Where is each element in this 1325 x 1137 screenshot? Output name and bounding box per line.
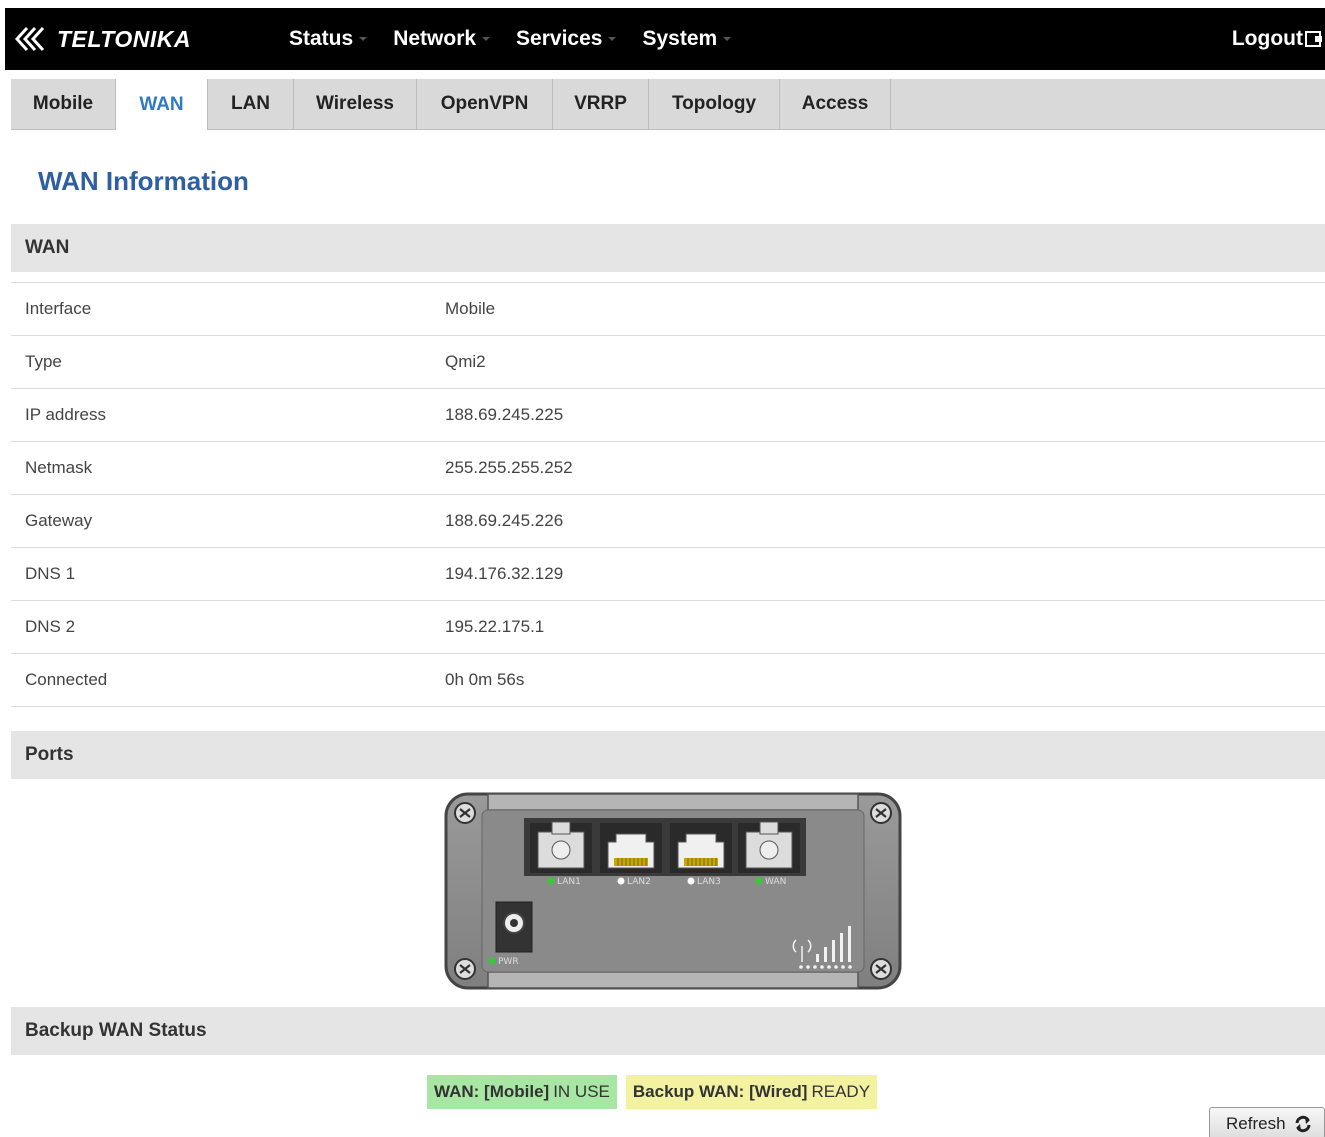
tab-mobile[interactable]: Mobile — [11, 79, 116, 129]
port-label-pwr: PWR — [498, 957, 519, 967]
nav-status-label: Status — [289, 27, 354, 50]
row-value: 188.69.245.225 — [445, 405, 564, 424]
tab-label: Wireless — [316, 93, 394, 114]
row-value: Qmi2 — [445, 352, 486, 371]
router-ports-diagram: LAN1 LAN2 LAN3 WAN PWR — [444, 792, 902, 990]
nav-network-label: Network — [393, 27, 477, 50]
nav-services-label: Services — [516, 27, 603, 50]
port-label-lan3: LAN3 — [697, 877, 721, 887]
tab-label: OpenVPN — [440, 93, 529, 114]
table-row: Connected 0h 0m 56s — [11, 654, 1325, 707]
backup-wan-prefix: Backup WAN: [Wired] — [632, 1082, 808, 1101]
row-value: 195.22.175.1 — [445, 617, 545, 636]
primary-wan-status-badge: WAN: [Mobile] IN USE — [427, 1075, 617, 1109]
status-subtabs: Mobile WAN LAN Wireless OpenVPN VRRP Top… — [11, 79, 1325, 130]
router-front-panel: LAN1 LAN2 LAN3 WAN PWR — [444, 792, 902, 990]
backup-wan-status: WAN: [Mobile] IN USE Backup WAN: [Wired]… — [427, 1075, 886, 1109]
nav-system-label: System — [642, 27, 718, 50]
section-header-wan: WAN — [11, 224, 1325, 272]
power-led — [488, 957, 496, 965]
row-value: 188.69.245.226 — [445, 511, 564, 530]
table-row: DNS 2 195.22.175.1 — [11, 601, 1325, 654]
lan3-led — [687, 877, 695, 885]
row-label: DNS 2 — [25, 617, 76, 636]
row-value: 255.255.255.252 — [445, 458, 573, 477]
refresh-button[interactable]: Refresh — [1209, 1107, 1325, 1137]
table-row: IP address 188.69.245.225 — [11, 389, 1325, 442]
teltonika-logo[interactable]: TELTONIKA — [13, 23, 191, 55]
wan-led — [755, 877, 763, 885]
port-label-wan: WAN — [765, 877, 786, 887]
caret-down-icon — [723, 37, 732, 41]
tab-topology[interactable]: Topology — [649, 79, 780, 129]
row-label: Gateway — [25, 511, 93, 530]
teltonika-logo-icon — [14, 26, 45, 52]
tab-openvpn[interactable]: OpenVPN — [417, 79, 553, 129]
nav-network[interactable]: Network — [393, 27, 491, 51]
row-label: Netmask — [25, 458, 93, 477]
lan2-led — [617, 877, 625, 885]
table-row: Gateway 188.69.245.226 — [11, 495, 1325, 548]
row-value: 0h 0m 56s — [445, 670, 525, 689]
row-label: Type — [25, 352, 62, 371]
lan1-led — [547, 877, 555, 885]
row-label: DNS 1 — [25, 564, 76, 583]
logo-text: TELTONIKA — [57, 25, 191, 52]
logout-button[interactable]: Logout — [1231, 8, 1322, 70]
tab-lan[interactable]: LAN — [208, 79, 294, 129]
refresh-label: Refresh — [1226, 1114, 1286, 1133]
tab-label: Mobile — [32, 93, 94, 114]
table-row: Type Qmi2 — [11, 336, 1325, 389]
logout-label: Logout — [1231, 27, 1303, 50]
tab-wan[interactable]: WAN — [116, 79, 208, 130]
nav-status[interactable]: Status — [289, 27, 368, 51]
nav-services[interactable]: Services — [516, 27, 617, 51]
row-value: Mobile — [445, 299, 496, 318]
section-header-ports: Ports — [11, 731, 1325, 779]
backup-wan-state: READY — [811, 1082, 871, 1101]
row-value: 194.176.32.129 — [445, 564, 564, 583]
row-label: Interface — [25, 299, 92, 318]
table-row: Netmask 255.255.255.252 — [11, 442, 1325, 495]
logout-icon — [1305, 31, 1322, 47]
row-label: IP address — [25, 405, 106, 424]
tab-label: VRRP — [574, 93, 627, 114]
nav-system[interactable]: System — [642, 27, 732, 51]
port-label-lan2: LAN2 — [627, 877, 651, 887]
row-label: Connected — [25, 670, 108, 689]
top-navbar: TELTONIKA Status Network Services System… — [5, 8, 1325, 70]
tab-access[interactable]: Access — [780, 79, 891, 129]
tab-label: Topology — [671, 93, 757, 114]
port-label-lan1: LAN1 — [557, 877, 581, 887]
section-header-backup-wan: Backup WAN Status — [11, 1007, 1325, 1055]
tab-label: LAN — [230, 93, 271, 114]
table-row: Interface Mobile — [11, 283, 1325, 336]
wan-info-table: Interface Mobile Type Qmi2 IP address 18… — [11, 282, 1325, 707]
caret-down-icon — [482, 37, 491, 41]
tab-label: Access — [801, 93, 869, 114]
tab-vrrp[interactable]: VRRP — [553, 79, 649, 129]
page-title: WAN Information — [38, 166, 249, 196]
primary-wan-prefix: WAN: [Mobile] — [434, 1082, 550, 1101]
caret-down-icon — [359, 37, 368, 41]
tab-label: WAN — [139, 93, 184, 115]
table-row: DNS 1 194.176.32.129 — [11, 548, 1325, 601]
caret-down-icon — [608, 37, 617, 41]
primary-wan-state: IN USE — [553, 1082, 610, 1101]
backup-wan-status-badge: Backup WAN: [Wired] READY — [625, 1075, 878, 1109]
main-nav: Status Network Services System — [289, 8, 757, 70]
tab-wireless[interactable]: Wireless — [294, 79, 417, 129]
refresh-icon — [1295, 1115, 1311, 1133]
